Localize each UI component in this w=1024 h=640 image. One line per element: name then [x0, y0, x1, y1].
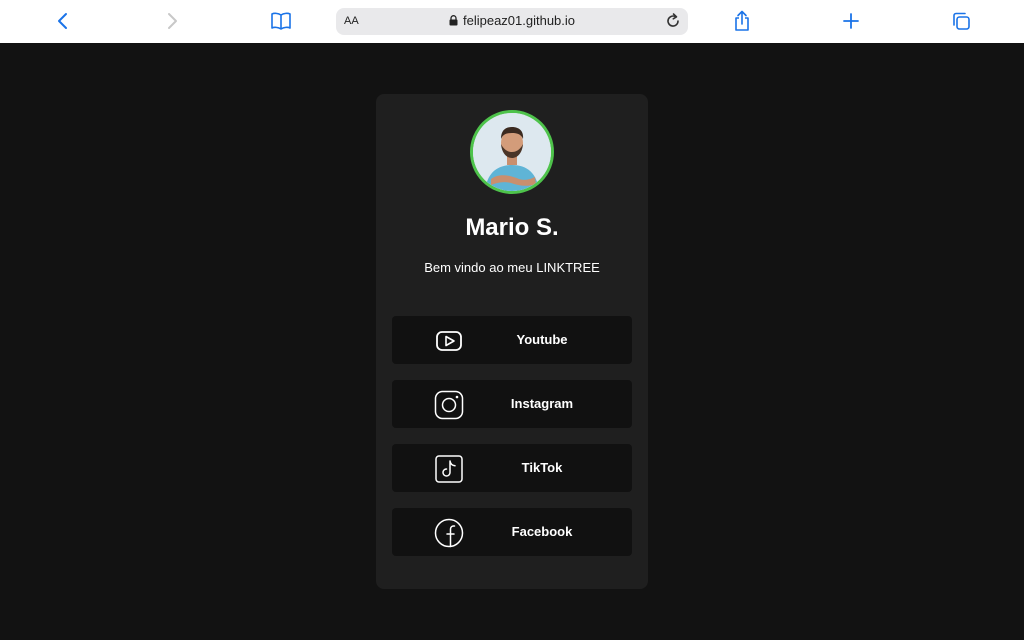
link-label: Instagram: [510, 396, 574, 411]
profile-subtitle: Bem vindo ao meu LINKTREE: [424, 260, 600, 275]
facebook-icon: [434, 518, 464, 548]
share-icon: [735, 10, 749, 31]
facebook-link-button[interactable]: Facebook: [392, 508, 632, 556]
link-label: Youtube: [516, 332, 568, 347]
plus-icon: [843, 13, 859, 29]
chevron-right-icon: [168, 13, 177, 29]
instagram-link-button[interactable]: Instagram: [392, 380, 632, 428]
youtube-link-button[interactable]: Youtube: [392, 316, 632, 364]
tabs-icon: [953, 12, 970, 30]
address-bar[interactable]: AA felipeaz01.github.io: [336, 8, 688, 35]
tiktok-icon: [434, 454, 464, 484]
link-label: TikTok: [521, 460, 563, 475]
instagram-icon: [434, 390, 464, 420]
reload-icon: [667, 13, 679, 27]
forward-button[interactable]: [159, 8, 185, 34]
profile-card: Mario S. Bem vindo ao meu LINKTREE Youtu…: [376, 94, 648, 589]
lock-icon: [449, 15, 458, 26]
link-label: Facebook: [511, 524, 573, 539]
url-display[interactable]: felipeaz01.github.io: [336, 13, 688, 28]
profile-name: Mario S.: [465, 214, 559, 241]
share-button[interactable]: [729, 8, 755, 34]
chevron-left-icon: [58, 13, 67, 29]
new-tab-button[interactable]: [838, 8, 864, 34]
browser-toolbar: AA felipeaz01.github.io: [0, 0, 1024, 43]
tabs-overview-button[interactable]: [948, 8, 974, 34]
tiktok-link-button[interactable]: TikTok: [392, 444, 632, 492]
url-text: felipeaz01.github.io: [462, 13, 576, 28]
avatar: [470, 110, 554, 194]
profile-photo: [473, 113, 551, 191]
bookmarks-button[interactable]: [268, 8, 294, 34]
youtube-icon: [434, 326, 464, 356]
back-button[interactable]: [50, 8, 76, 34]
reload-button[interactable]: [664, 12, 682, 35]
book-icon: [271, 12, 291, 30]
